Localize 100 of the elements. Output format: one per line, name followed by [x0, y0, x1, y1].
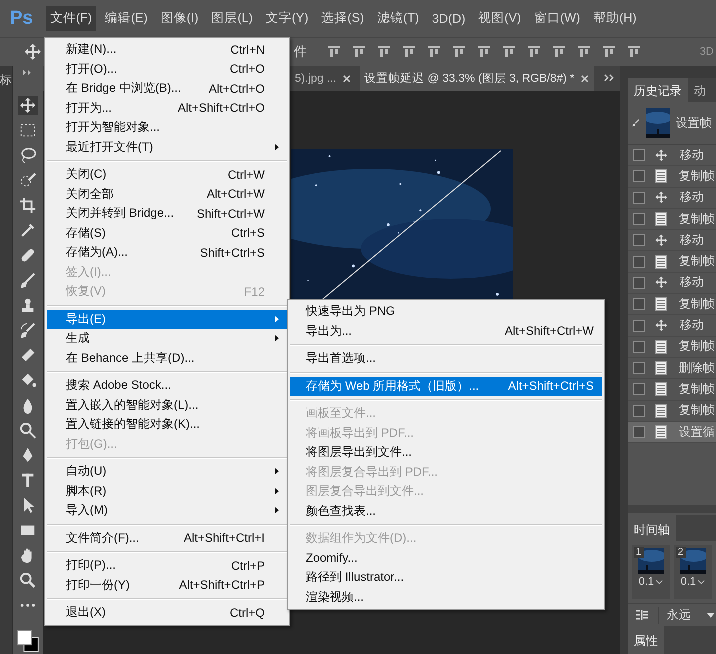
menu-item[interactable]: 选择(S): [318, 6, 368, 31]
frame-options-icon[interactable]: [636, 610, 648, 620]
menu-item[interactable]: 搜索 Adobe Stock...: [47, 376, 287, 396]
menu-item[interactable]: 视图(V): [474, 6, 526, 31]
menu-item[interactable]: 打印(P)... Ctrl+P: [47, 556, 287, 576]
panel-tab[interactable]: 历史记录: [628, 78, 688, 102]
menu-item[interactable]: 3D(D): [428, 8, 470, 30]
menu-item[interactable]: 新建(N)... Ctrl+N: [47, 40, 287, 60]
menu-item[interactable]: 存储为(A)... Shift+Ctrl+S: [47, 243, 287, 262]
menu-item[interactable]: 导入(M): [47, 501, 287, 520]
close-icon[interactable]: [342, 74, 351, 82]
menu-item[interactable]: 导出为... Alt+Shift+Ctrl+W: [290, 322, 602, 341]
menu-item[interactable]: 自动(U): [47, 462, 287, 482]
checkbox[interactable]: [633, 234, 645, 246]
document-tab[interactable]: 5).jpg ...: [290, 66, 356, 91]
history-item[interactable]: 复制帧: [628, 208, 716, 230]
checkbox[interactable]: [633, 383, 645, 396]
history-item[interactable]: 复制帧: [628, 294, 716, 316]
history-item[interactable]: 移动: [628, 272, 716, 294]
menu-item[interactable]: Zoomify...: [290, 548, 602, 568]
move-icon[interactable]: [18, 96, 38, 115]
menu-item[interactable]: 置入链接的智能对象(K)...: [47, 415, 287, 434]
history-item[interactable]: 复制帧: [628, 251, 716, 273]
checkbox[interactable]: [633, 170, 645, 182]
menu-item[interactable]: 编辑(E): [101, 6, 152, 31]
align-icon[interactable]: [577, 45, 591, 59]
menu-item[interactable]: 渲染视频...: [290, 588, 602, 607]
align-icon[interactable]: [627, 45, 641, 59]
menu-item[interactable]: 最近打开文件(T): [47, 138, 287, 157]
menu-item[interactable]: 脚本(R): [47, 482, 287, 501]
menu-item[interactable]: 导出(E): [47, 310, 287, 329]
align-icon[interactable]: [352, 45, 366, 59]
checkbox[interactable]: [633, 320, 645, 332]
animation-frame[interactable]: 2 0.1: [674, 545, 712, 599]
menu-item[interactable]: 关闭并转到 Bridge... Shift+Ctrl+W: [47, 204, 287, 224]
history-item[interactable]: 移动: [628, 230, 716, 252]
menu-item[interactable]: 打开(O)... Ctrl+O: [47, 60, 287, 79]
color-swatches-icon[interactable]: [15, 629, 41, 654]
loop-dropdown[interactable]: 永远: [658, 606, 715, 624]
checkbox[interactable]: [633, 256, 645, 268]
history-item[interactable]: 复制帧: [628, 336, 716, 358]
history-item[interactable]: 移动: [628, 315, 716, 337]
menu-item[interactable]: 颜色查找表...: [290, 502, 602, 521]
history-item[interactable]: 复制帧: [628, 379, 716, 401]
history-item[interactable]: 移动: [628, 188, 716, 209]
checkbox[interactable]: [633, 276, 645, 289]
history-item[interactable]: 移动: [628, 145, 716, 166]
chevrons-icon[interactable]: [604, 74, 616, 82]
checkbox[interactable]: [633, 192, 645, 204]
checkbox[interactable]: [633, 404, 645, 417]
menu-item[interactable]: 关闭全部 Alt+Ctrl+W: [47, 184, 287, 204]
frame-delay[interactable]: 0.1: [638, 576, 654, 588]
menu-item[interactable]: 文件简介(F)... Alt+Shift+Ctrl+I: [47, 528, 287, 548]
menu-item[interactable]: 存储(S) Ctrl+S: [47, 224, 287, 243]
checkbox[interactable]: [633, 213, 645, 226]
collapse-icon[interactable]: [23, 70, 33, 76]
document-tab[interactable]: 设置帧延迟 @ 33.3% (图层 3, RGB/8#) *: [360, 66, 594, 91]
menu-item[interactable]: 帮助(H): [589, 6, 641, 31]
menu-item[interactable]: 在 Behance 上共享(D)...: [47, 348, 287, 368]
checkbox[interactable]: [633, 298, 645, 310]
align-icon[interactable]: [402, 45, 416, 59]
history-item[interactable]: 删除帧: [628, 358, 716, 380]
move-icon[interactable]: [24, 43, 42, 61]
menu-item[interactable]: 快速导出为 PNG: [290, 302, 602, 322]
checkbox[interactable]: [633, 362, 645, 374]
snapshot-label[interactable]: 设置帧: [676, 114, 712, 132]
align-icon[interactable]: [377, 45, 391, 59]
align-icon[interactable]: [327, 45, 341, 59]
menu-item[interactable]: 打开为智能对象...: [47, 118, 287, 138]
panel-tab[interactable]: 动: [688, 78, 712, 102]
menu-item[interactable]: 文字(Y): [262, 6, 313, 31]
crop-icon[interactable]: [18, 196, 38, 215]
menu-item[interactable]: 打印一份(Y) Alt+Shift+Ctrl+P: [47, 576, 287, 595]
chevron-down-icon[interactable]: [698, 580, 706, 584]
checkbox[interactable]: [633, 426, 645, 438]
align-icon[interactable]: [552, 45, 566, 59]
menu-item[interactable]: 退出(X) Ctrl+Q: [47, 603, 287, 622]
menu-item[interactable]: 存储为 Web 所用格式（旧版）... Alt+Shift+Ctrl+S: [290, 376, 602, 396]
menu-item[interactable]: 打开为... Alt+Shift+Ctrl+O: [47, 98, 287, 118]
frame-delay[interactable]: 0.1: [680, 576, 696, 588]
menu-item[interactable]: 文件(F): [46, 6, 96, 31]
menu-item[interactable]: 在 Bridge 中浏览(B)... Alt+Ctrl+O: [47, 79, 287, 98]
history-item[interactable]: 复制帧: [628, 166, 716, 188]
panel-tab[interactable]: 属性: [628, 626, 664, 654]
checkbox[interactable]: [633, 149, 645, 162]
history-item[interactable]: 设置循: [628, 422, 716, 444]
align-icon[interactable]: [452, 45, 466, 59]
menu-item[interactable]: 将图层导出到文件...: [290, 443, 602, 462]
history-item[interactable]: 复制帧: [628, 400, 716, 422]
align-icon[interactable]: [502, 45, 516, 59]
panel-tab[interactable]: 时间轴: [628, 515, 676, 541]
close-icon[interactable]: [580, 74, 589, 82]
zoom-icon[interactable]: [18, 571, 38, 590]
menu-item[interactable]: 滤镜(T): [373, 6, 424, 31]
animation-frame[interactable]: 1 0.1: [632, 545, 670, 599]
align-icon[interactable]: [427, 45, 441, 59]
chevron-down-icon[interactable]: [656, 580, 664, 584]
menu-item[interactable]: 置入嵌入的智能对象(L)...: [47, 396, 287, 415]
menu-item[interactable]: 生成: [47, 329, 287, 348]
menu-item[interactable]: 图像(I): [156, 6, 203, 31]
